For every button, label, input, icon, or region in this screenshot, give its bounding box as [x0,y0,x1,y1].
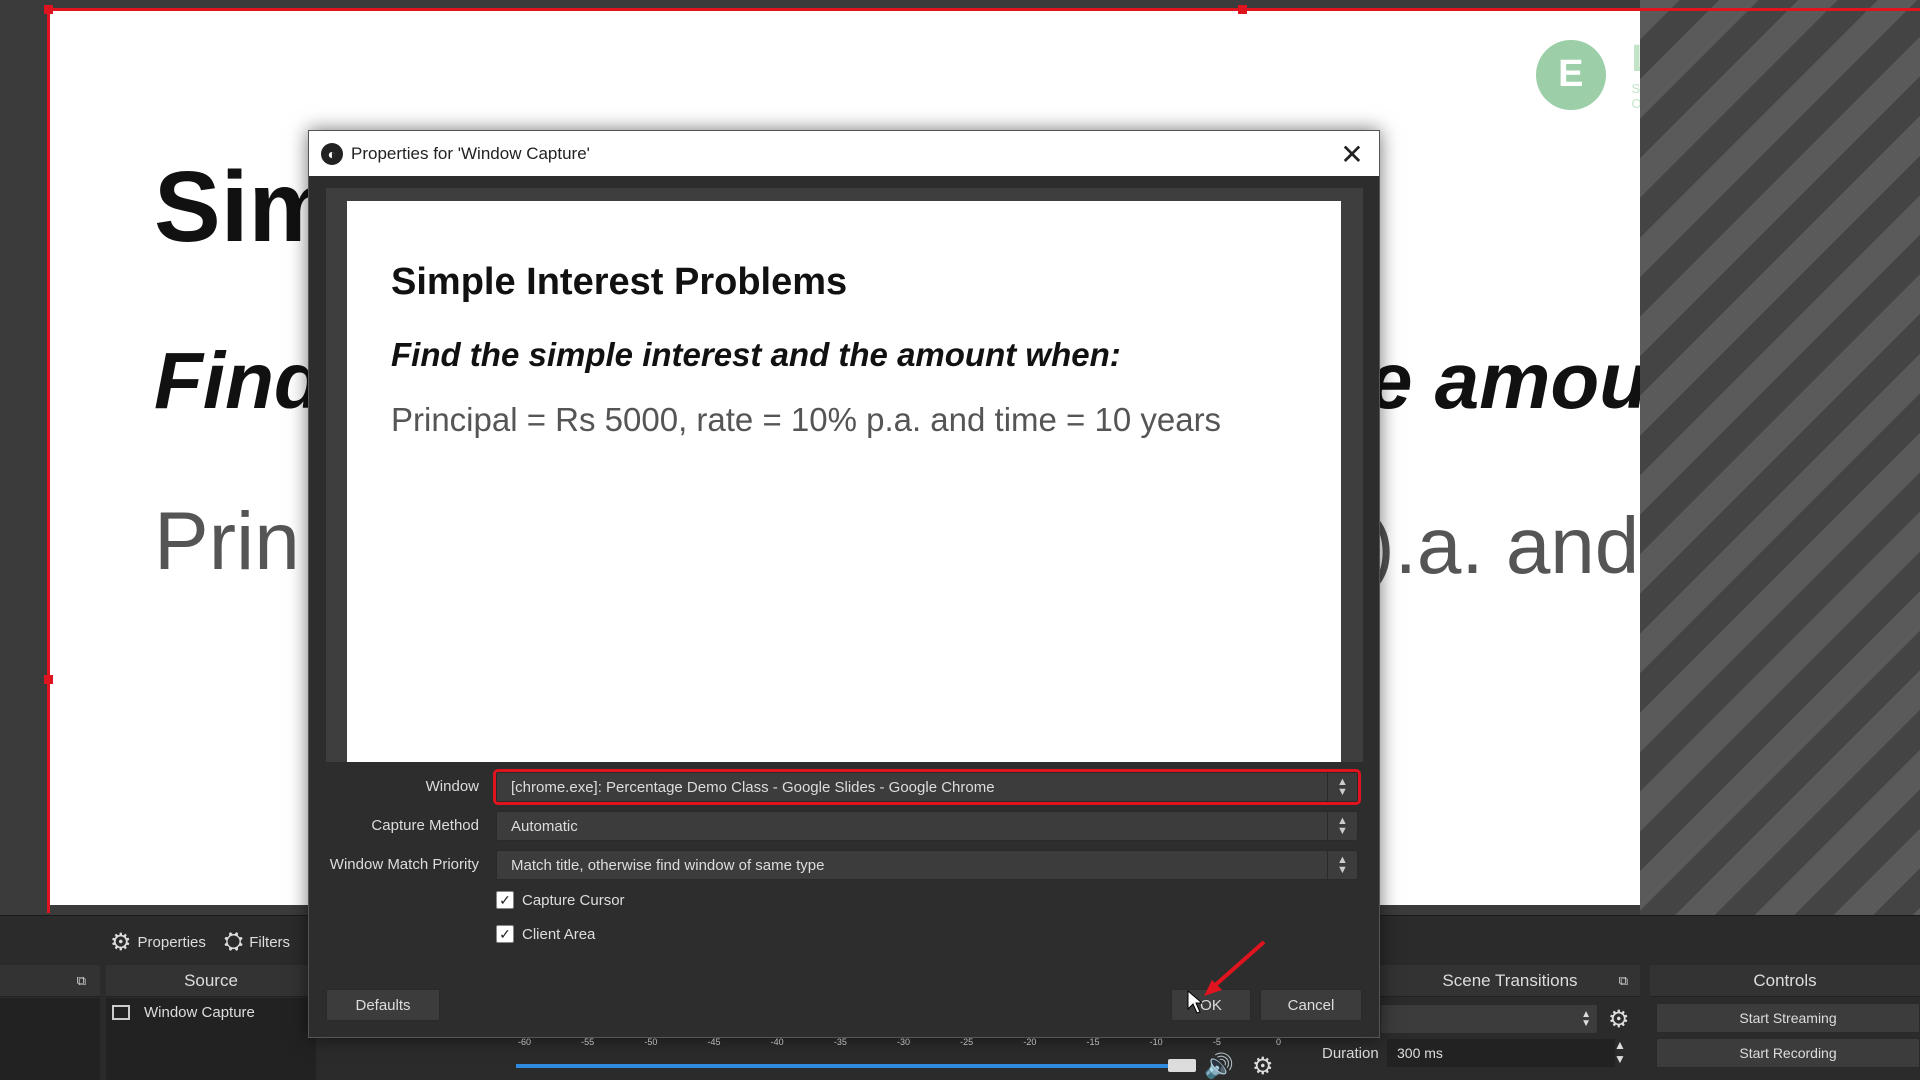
logo-name: LEARNYST [1632,38,1640,81]
sources-title: Source [184,970,238,990]
properties-dialog: ◐ Properties for 'Window Capture' ✕ Simp… [308,130,1380,1038]
logo-tagline: SELL COURSES ONLINE [1632,81,1640,111]
dialog-title: Properties for 'Window Capture' [351,143,590,163]
obs-icon: ◐ [321,142,343,165]
slide-body-left: Prin [154,496,300,587]
scene-transitions-title: Scene Transitions [1442,970,1578,990]
volume-slider-track[interactable] [516,1064,1196,1068]
duration-value: 300 ms [1397,1045,1443,1061]
speaker-icon[interactable]: 🔊 [1204,1052,1234,1080]
client-area-checkbox[interactable]: ✓ Client Area [496,925,595,943]
mixer-tick-label: -25 [960,1037,974,1047]
preview-slide-subtitle: Find the simple interest and the amount … [391,336,1121,373]
match-priority-value: Match title, otherwise find window of sa… [511,856,825,874]
preview-slide-title: Simple Interest Problems [391,261,848,303]
duration-label: Duration [1322,1045,1379,1062]
logo-icon: E [1536,39,1606,110]
transition-select[interactable]: ▲ ▼ [1380,1004,1598,1034]
mixer-tick-label: -5 [1212,1037,1221,1047]
mouse-cursor-icon [1187,990,1203,1014]
window-icon [112,1005,130,1020]
match-priority-label: Window Match Priority [329,856,479,873]
source-item-label: Window Capture [144,1004,255,1021]
dialog-titlebar[interactable]: ◐ Properties for 'Window Capture' ✕ [309,131,1379,176]
slide-body-right: ).a. and [1368,501,1640,590]
mixer-tick-label: -30 [897,1037,911,1047]
resize-handle-top[interactable] [1238,5,1247,14]
dialog-preview-slide: Simple Interest Problems Find the simple… [347,201,1341,762]
annotation-arrow [1204,940,1266,996]
sources-list[interactable]: Window Capture [106,998,316,1080]
chevron-updown-icon: ▲ ▼ [1327,812,1357,840]
preview-slide-body: Principal = Rs 5000, rate = 10% p.a. and… [391,401,1222,438]
capture-method-value: Automatic [511,817,578,835]
spin-icon: ▲ ▼ [1581,1009,1591,1029]
match-priority-select[interactable]: Match title, otherwise find window of sa… [496,850,1358,880]
mixer-tick-label: -20 [1023,1037,1037,1047]
capture-cursor-label: Capture Cursor [522,891,625,909]
scenes-dock-header: ⧉ [0,965,100,997]
mixer-tick-label: -40 [770,1037,784,1047]
window-label: Window [425,778,479,795]
gear-icon: ⚙ [110,929,132,956]
slide-subtitle-right: e amou [1368,336,1640,425]
volume-slider-handle[interactable] [1168,1059,1196,1072]
capture-method-select[interactable]: Automatic ▲ ▼ [496,811,1358,841]
defaults-button[interactable]: Defaults [326,989,440,1021]
close-icon[interactable]: ✕ [1335,137,1369,171]
client-area-label: Client Area [522,925,596,943]
resize-handle-left[interactable] [44,675,53,684]
filter-icon: ⛭ [224,928,244,955]
mixer-tick-label: -60 [518,1037,532,1047]
checkmark-icon[interactable]: ✓ [496,891,514,909]
duration-stepper[interactable]: ▲ ▼ [1614,1038,1626,1066]
checkmark-icon[interactable]: ✓ [496,925,514,943]
controls-header: Controls [1650,965,1920,997]
window-value: [chrome.exe]: Percentage Demo Class - Go… [511,778,995,796]
undock-icon[interactable]: ⧉ [1619,973,1628,989]
empty-canvas-stripes [1640,0,1920,915]
resize-handle-top-left[interactable] [44,5,53,14]
slide-subtitle-left: Find [154,336,323,425]
mixer-tick-label: -55 [581,1037,595,1047]
mixer-tick-label: 0 [1276,1037,1282,1047]
scene-transitions-header: Scene Transitions ⧉ [1380,965,1640,997]
filters-button[interactable]: ⛭ Filters [224,928,290,956]
cancel-button[interactable]: Cancel [1260,989,1362,1021]
mixer-tick-label: -45 [707,1037,721,1047]
start-streaming-button[interactable]: Start Streaming [1656,1003,1920,1033]
chevron-updown-icon: ▲ ▼ [1327,773,1357,801]
controls-title: Controls [1753,970,1817,990]
capture-method-label: Capture Method [371,817,479,834]
capture-cursor-checkbox[interactable]: ✓ Capture Cursor [496,891,625,909]
window-select[interactable]: [chrome.exe]: Percentage Demo Class - Go… [493,769,1361,805]
learnyst-logo: E LEARNYST SELL COURSES ONLINE [1536,38,1640,111]
mixer-tick-label: -10 [1149,1037,1163,1047]
undock-icon[interactable]: ⧉ [77,973,86,989]
start-recording-button[interactable]: Start Recording [1656,1038,1920,1068]
selection-border-top [48,8,1920,11]
gear-icon[interactable]: ⚙ [1608,1005,1630,1034]
duration-input[interactable]: 300 ms [1386,1038,1616,1068]
mixer-tick-label: -50 [644,1037,658,1047]
properties-button[interactable]: ⚙ Properties [110,928,206,957]
gear-icon[interactable]: ⚙ [1252,1052,1274,1080]
properties-label: Properties [137,934,206,951]
selection-border-left [47,8,50,913]
scenes-list[interactable] [0,998,100,1080]
chevron-updown-icon: ▲ ▼ [1327,851,1357,879]
mixer-tick-label: -15 [1086,1037,1100,1047]
source-item[interactable]: Window Capture [112,1004,255,1021]
dialog-preview: Simple Interest Problems Find the simple… [326,188,1363,762]
filters-label: Filters [249,933,291,951]
mixer-tick-label: -35 [833,1037,847,1047]
sources-dock-header: Source [106,965,316,997]
